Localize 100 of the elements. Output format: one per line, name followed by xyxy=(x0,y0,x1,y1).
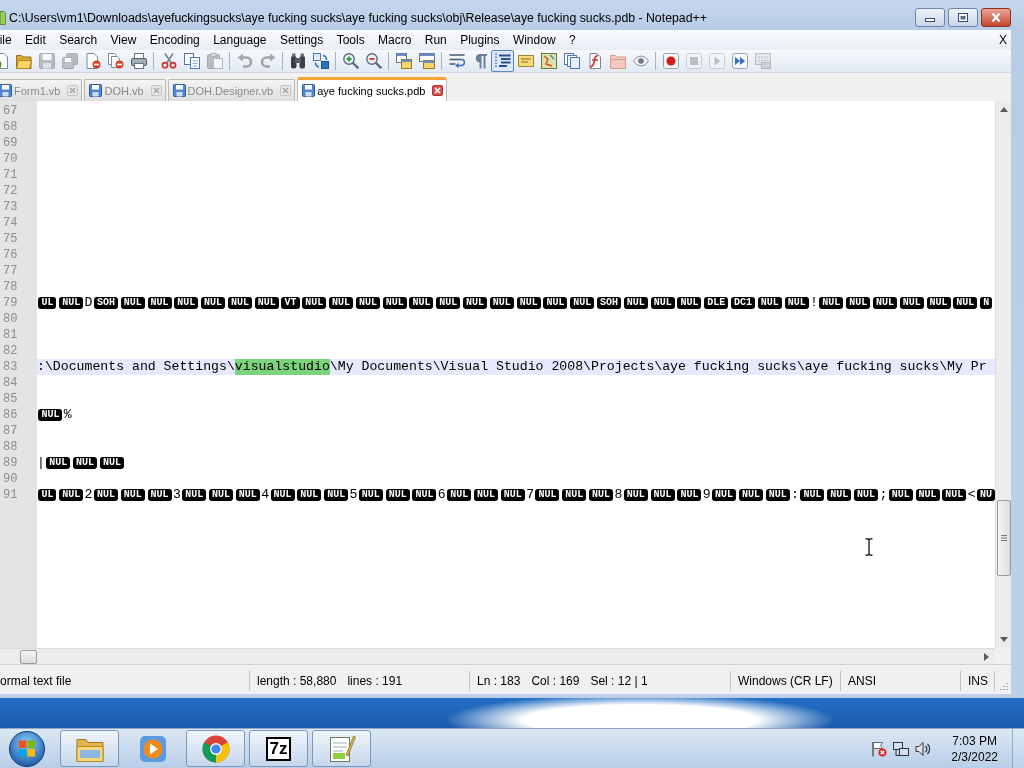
line-number: 85 xyxy=(3,391,18,407)
menu-item[interactable]: Settings xyxy=(273,31,330,49)
tab[interactable]: aye fucking sucks.pdb xyxy=(297,77,448,101)
control-char: VT xyxy=(281,297,300,309)
control-char: NUL xyxy=(209,489,234,501)
menu-item[interactable]: ile xyxy=(0,31,19,49)
line-number: 70 xyxy=(3,151,18,167)
resize-grip-icon[interactable] xyxy=(998,682,1008,692)
control-char: NUL xyxy=(38,409,63,421)
speaker-icon[interactable] xyxy=(915,740,932,757)
menu-item[interactable]: Search xyxy=(52,31,104,49)
control-char: NUL xyxy=(888,489,913,501)
flag-icon[interactable] xyxy=(871,740,888,757)
control-char: NUL xyxy=(757,297,782,309)
line-number: 68 xyxy=(3,119,18,135)
menu-item[interactable]: Edit xyxy=(18,31,53,49)
line-number: 76 xyxy=(3,247,18,263)
code-text: ; xyxy=(879,487,888,503)
control-char: NUL xyxy=(800,489,825,501)
notepad-icon xyxy=(327,734,356,763)
control-char: NUL xyxy=(297,489,322,501)
control-char: NUL xyxy=(147,489,172,501)
control-char: NUL xyxy=(738,489,763,501)
taskbar-button[interactable] xyxy=(60,730,119,767)
control-char: UL xyxy=(38,297,57,309)
menu-item[interactable]: Tools xyxy=(329,31,372,49)
menu-item[interactable]: Encoding xyxy=(143,31,207,49)
control-char: NUL xyxy=(543,297,568,309)
start-button[interactable] xyxy=(9,730,45,767)
control-char: NUL xyxy=(120,489,145,501)
line-number: 77 xyxy=(3,263,18,279)
code-text: 4 xyxy=(261,487,270,503)
control-char: NUL xyxy=(784,297,809,309)
code-text: < xyxy=(967,487,976,503)
control-char: NUL xyxy=(872,297,897,309)
up-arrow-icon[interactable] xyxy=(999,107,1008,112)
status-text: INS xyxy=(968,673,988,688)
vertical-scrollbar[interactable] xyxy=(995,101,1011,648)
code-text: : xyxy=(791,487,799,503)
control-char: NUL xyxy=(59,297,84,309)
menu-item[interactable]: Run xyxy=(418,31,454,49)
close-icon[interactable] xyxy=(432,85,444,96)
grip-icon xyxy=(1000,535,1007,541)
menu-item[interactable]: Plugins xyxy=(453,31,507,49)
control-char: NUL xyxy=(73,457,98,469)
line-number: 88 xyxy=(3,439,18,455)
clock-date[interactable]: 2/3/2022 xyxy=(951,748,998,765)
line-number: 80 xyxy=(3,311,18,327)
text-cursor-icon xyxy=(865,538,873,556)
status-text: lines : 191 xyxy=(347,673,403,688)
maximize-button[interactable] xyxy=(948,8,978,27)
control-char: UL xyxy=(38,489,57,501)
control-char: NU xyxy=(977,489,995,501)
taskbar-button[interactable] xyxy=(312,730,371,767)
highlighted-text: visualstudio xyxy=(234,359,330,375)
clock-time[interactable]: 7:03 PM xyxy=(952,732,997,749)
close-icon xyxy=(990,13,1002,22)
control-char: NUL xyxy=(182,489,207,501)
menu-item[interactable]: View xyxy=(103,31,144,49)
horizontal-scrollbar[interactable] xyxy=(0,648,995,664)
control-char: NUL xyxy=(915,489,940,501)
control-char: NUL xyxy=(324,489,349,501)
control-char: N xyxy=(980,297,993,309)
control-char: NUL xyxy=(899,297,924,309)
menu-item[interactable]: Language xyxy=(206,31,274,49)
control-char: NUL xyxy=(827,489,852,501)
close-button[interactable] xyxy=(981,8,1011,27)
line-number: 91 xyxy=(3,487,18,503)
control-char: NUL xyxy=(147,297,172,309)
code-text: 8 xyxy=(614,487,623,503)
line-number: 90 xyxy=(3,471,18,487)
control-char: NUL xyxy=(623,489,648,501)
control-char: NUL xyxy=(382,297,407,309)
taskbar-button[interactable]: 7z xyxy=(249,730,308,767)
control-char: NUL xyxy=(329,297,354,309)
control-char: NUL xyxy=(302,297,327,309)
menu-item[interactable]: ? xyxy=(562,31,583,49)
menu-item[interactable]: Macro xyxy=(371,31,419,49)
control-char: NUL xyxy=(650,297,675,309)
line-number: 89 xyxy=(3,455,18,471)
close-document-button[interactable]: X xyxy=(997,31,1009,49)
taskbar-button[interactable] xyxy=(186,730,245,767)
minimize-button[interactable] xyxy=(915,8,945,27)
line-number: 74 xyxy=(3,215,18,231)
control-char: NUL xyxy=(412,489,437,501)
line-number: 87 xyxy=(3,423,18,439)
down-arrow-icon[interactable] xyxy=(999,637,1008,642)
line-number: 71 xyxy=(3,167,18,183)
scrollbar-thumb[interactable] xyxy=(20,649,37,664)
scrollbar-thumb[interactable] xyxy=(996,500,1011,576)
network-icon[interactable] xyxy=(893,740,910,757)
menu-item[interactable]: Window xyxy=(506,31,563,49)
right-arrow-icon[interactable] xyxy=(984,652,989,661)
line-number: 83 xyxy=(3,359,18,375)
control-char: NUL xyxy=(270,489,295,501)
line-number: 69 xyxy=(3,135,18,151)
code-text: ! xyxy=(810,295,818,311)
status-text: Ln : 183 xyxy=(477,673,521,688)
code-text: D xyxy=(84,295,93,311)
control-char: NUL xyxy=(926,297,951,309)
